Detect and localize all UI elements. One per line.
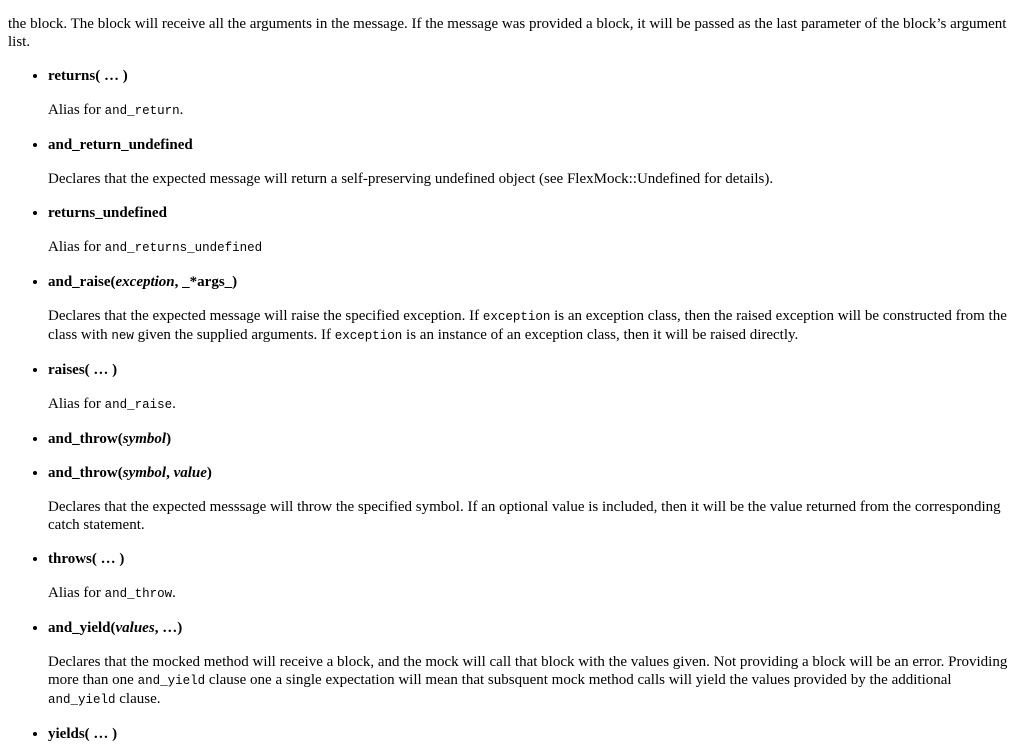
method-signature: throws( … ) xyxy=(48,550,1016,568)
text-segment: , …) xyxy=(154,620,183,636)
text-segment: is an instance of an exception class, th… xyxy=(402,327,799,343)
text-segment: and_throw( xyxy=(48,465,123,481)
intro-paragraph: the block. The block will receive all th… xyxy=(8,16,1007,50)
list-item: and_raise(exception, _*args_)Declares th… xyxy=(48,273,1016,345)
text-segment: Alias for xyxy=(48,239,105,255)
text-segment: Declares that the expected message will … xyxy=(48,308,483,324)
argument-name: value xyxy=(173,465,207,481)
list-item: throws( … ) Alias for and_throw. xyxy=(48,550,1016,603)
text-segment: Declares that the expected messsage will… xyxy=(48,499,1001,533)
text-segment: throws( … ) xyxy=(48,551,125,567)
list-item: and_return_undefined Declares that the ex… xyxy=(48,136,1016,188)
argument-name: symbol xyxy=(122,431,167,447)
method-signature: and_throw(symbol) xyxy=(48,430,1016,448)
method-signature: and_return_undefined xyxy=(48,136,1016,154)
text-segment: ) xyxy=(166,431,172,447)
inline-code: new xyxy=(111,329,134,343)
text-segment: raises( … ) xyxy=(48,362,118,378)
inline-code: and_throw xyxy=(104,587,173,601)
text-segment: , xyxy=(166,465,174,481)
inline-code: and_yield xyxy=(137,674,206,688)
list-item: raises( … ) Alias for and_raise. xyxy=(48,361,1016,414)
method-description: Declares that the expected message will … xyxy=(48,170,1016,188)
inline-code: and_return xyxy=(104,104,180,118)
text-segment: and_throw( xyxy=(48,431,123,447)
method-description: Declares that the expected messsage will… xyxy=(48,498,1016,534)
list-item: returns_undefined Alias for and_returns_u… xyxy=(48,204,1016,257)
method-signature: returns( … ) xyxy=(48,67,1016,85)
text-segment: Alias for xyxy=(48,102,105,118)
text-segment: . xyxy=(172,585,176,601)
argument-name: values xyxy=(115,620,155,636)
text-segment: returns_undefined xyxy=(48,205,167,221)
list-item: yields( … ) xyxy=(48,725,1016,743)
inline-code: and_raise xyxy=(104,398,173,412)
text-segment: yields( … ) xyxy=(48,726,118,742)
method-signature: yields( … ) xyxy=(48,725,1016,743)
text-segment: clause. xyxy=(115,691,161,707)
argument-name: symbol xyxy=(122,465,167,481)
list-item: and_throw(symbol, value) Declares that th… xyxy=(48,464,1016,534)
inline-code: and_yield xyxy=(48,693,116,707)
text-segment: , _*args_) xyxy=(174,274,238,290)
text-segment: Alias for xyxy=(48,396,105,412)
text-segment: given the supplied arguments. If xyxy=(133,327,335,343)
method-description: Alias for and_throw. xyxy=(48,584,1016,603)
text-segment: and_return_undefined xyxy=(48,137,193,153)
list-item: and_throw(symbol) xyxy=(48,430,1016,448)
list-item: returns( … ) Alias for and_return. xyxy=(48,67,1016,120)
text-segment: . xyxy=(172,396,176,412)
text-segment: ) xyxy=(206,465,212,481)
document-page: the block. The block will receive all th… xyxy=(0,0,1024,743)
method-list: returns( … )Alias for and_return.and_ret… xyxy=(8,67,1016,743)
text-segment: and_yield( xyxy=(48,620,116,636)
method-description: Alias for and_returns_undefined xyxy=(48,238,1016,257)
method-signature: and_yield(values, …) xyxy=(48,619,1016,637)
text-segment: returns( … ) xyxy=(48,68,128,84)
text-segment: and_raise( xyxy=(48,274,116,290)
method-description: Declares that the expected message will … xyxy=(48,307,1016,345)
method-signature: returns_undefined xyxy=(48,204,1016,222)
method-description: Alias for and_return. xyxy=(48,101,1016,120)
method-description: Declares that the mocked method will rec… xyxy=(48,653,1016,709)
text-segment: Declares that the expected message will … xyxy=(48,171,774,187)
text-segment: . xyxy=(179,102,184,118)
method-description: Alias for and_raise. xyxy=(48,395,1016,414)
list-item: and_yield(values, …) Declares that the mo… xyxy=(48,619,1016,709)
method-signature: and_throw(symbol, value) xyxy=(48,464,1016,482)
text-segment: clause one a single expectation will mea… xyxy=(205,672,952,688)
inline-code: and_returns_undefined xyxy=(104,241,263,255)
text-segment: Alias for xyxy=(48,585,105,601)
method-signature: and_raise(exception, _*args_) xyxy=(48,273,1016,291)
inline-code: exception xyxy=(482,310,551,324)
argument-name: exception xyxy=(115,274,175,290)
inline-code: exception xyxy=(334,329,403,343)
method-signature: raises( … ) xyxy=(48,361,1016,379)
